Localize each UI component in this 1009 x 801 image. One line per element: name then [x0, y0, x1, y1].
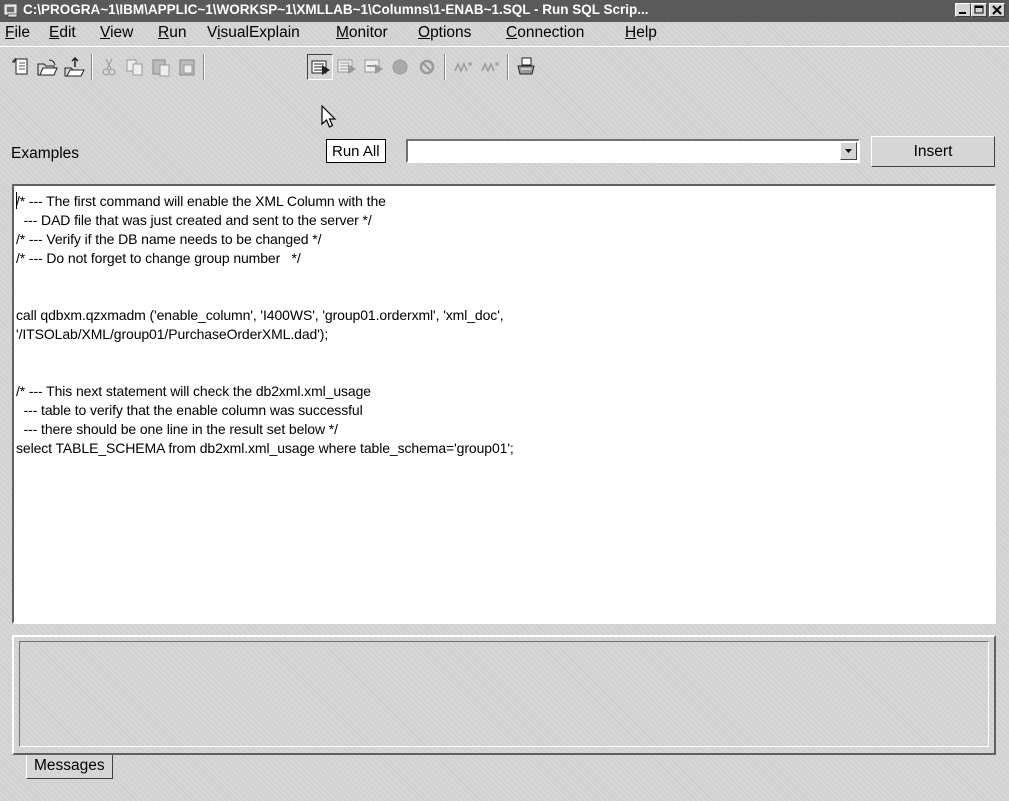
explain-icon — [481, 62, 499, 73]
toolbar-separator — [507, 54, 509, 80]
editor-line: /* --- This next statement will check th… — [16, 383, 371, 399]
toolbar-separator — [91, 54, 93, 80]
menu-view[interactable]: View — [100, 24, 133, 42]
new-file-icon — [12, 58, 28, 75]
run-from-selected-button[interactable] — [334, 54, 360, 80]
editor-line: /* --- The first command will enable the… — [16, 193, 386, 209]
tab-messages[interactable]: Messages — [26, 755, 113, 779]
print-button[interactable] — [513, 54, 539, 80]
run-from-selected-icon — [337, 59, 356, 74]
title-bar[interactable]: C:\PROGRA~1\IBM\APPLIC~1\WORKSP~1\XMLLAB… — [0, 0, 1009, 22]
close-button[interactable] — [989, 3, 1005, 17]
smart-explain-icon — [454, 62, 472, 73]
minimize-icon — [959, 12, 966, 14]
editor-line: /* --- Do not forget to change group num… — [16, 250, 301, 266]
menu-run[interactable]: Run — [158, 24, 186, 42]
messages-panel — [12, 635, 996, 755]
close-icon — [992, 5, 1002, 15]
editor-line: --- there should be one line in the resu… — [16, 421, 338, 437]
chevron-down-icon — [845, 149, 852, 153]
copy-icon — [126, 59, 143, 76]
menu-visualexplain[interactable]: VisualExplain — [207, 24, 300, 42]
insert-button[interactable]: Insert — [871, 136, 995, 167]
toolbar — [0, 46, 1009, 87]
paste-special-icon — [179, 59, 195, 76]
open-file-icon — [37, 59, 58, 76]
editor-line: select TABLE_SCHEMA from db2xml.xml_usag… — [16, 440, 514, 456]
open-button[interactable] — [34, 54, 60, 80]
window-title: C:\PROGRA~1\IBM\APPLIC~1\WORKSP~1\XMLLAB… — [23, 2, 649, 17]
run-all-tooltip: Run All — [326, 139, 386, 163]
app-icon — [4, 4, 18, 18]
editor-line: --- DAD file that was just created and s… — [16, 212, 372, 228]
cut-icon — [102, 58, 116, 76]
menu-file[interactable]: File — [5, 24, 30, 42]
run-selected-button[interactable] — [361, 54, 387, 80]
new-button[interactable] — [8, 54, 34, 80]
stop-button[interactable] — [387, 54, 413, 80]
paste-button[interactable] — [148, 54, 174, 80]
run-all-icon — [311, 60, 330, 75]
menu-help[interactable]: Help — [625, 24, 657, 42]
print-icon — [517, 57, 535, 75]
save-button[interactable] — [61, 54, 87, 80]
editor-line: /* --- Verify if the DB name needs to be… — [16, 231, 322, 247]
examples-label: Examples — [11, 145, 80, 162]
stop-icon — [392, 59, 408, 75]
save-file-icon — [64, 56, 85, 77]
paste-special-button[interactable] — [175, 54, 201, 80]
run-all-button[interactable] — [307, 54, 333, 80]
minimize-button[interactable] — [955, 3, 971, 17]
toolbar-separator — [203, 54, 205, 80]
messages-area[interactable] — [19, 641, 989, 747]
menu-edit[interactable]: Edit — [49, 24, 76, 42]
cut-button[interactable] — [96, 54, 122, 80]
mouse-cursor-icon — [321, 105, 337, 128]
cancel-icon — [419, 59, 435, 75]
menu-monitor[interactable]: Monitor — [336, 24, 388, 42]
toolbar-separator — [444, 54, 446, 80]
smart-explain-button[interactable] — [450, 54, 476, 80]
editor-line: --- table to verify that the enable colu… — [16, 402, 363, 418]
menu-bar: File Edit View Run VisualExplain Monitor… — [0, 22, 1009, 46]
menu-connection[interactable]: Connection — [506, 24, 584, 42]
dropdown-button[interactable] — [840, 142, 857, 160]
paste-icon — [152, 59, 170, 77]
explain-button[interactable] — [477, 54, 503, 80]
sql-editor[interactable]: /* --- The first command will enable the… — [12, 184, 996, 624]
maximize-icon — [974, 5, 984, 14]
editor-line: call qdbxm.qzxmadm ('enable_column', 'I4… — [16, 307, 504, 323]
run-selected-icon — [364, 59, 383, 74]
editor-line: '/ITSOLab/XML/group01/PurchaseOrderXML.d… — [16, 326, 329, 342]
copy-button[interactable] — [122, 54, 148, 80]
menu-options[interactable]: Options — [418, 24, 471, 42]
cancel-button[interactable] — [414, 54, 440, 80]
examples-dropdown[interactable] — [406, 139, 860, 163]
maximize-button[interactable] — [971, 3, 987, 17]
